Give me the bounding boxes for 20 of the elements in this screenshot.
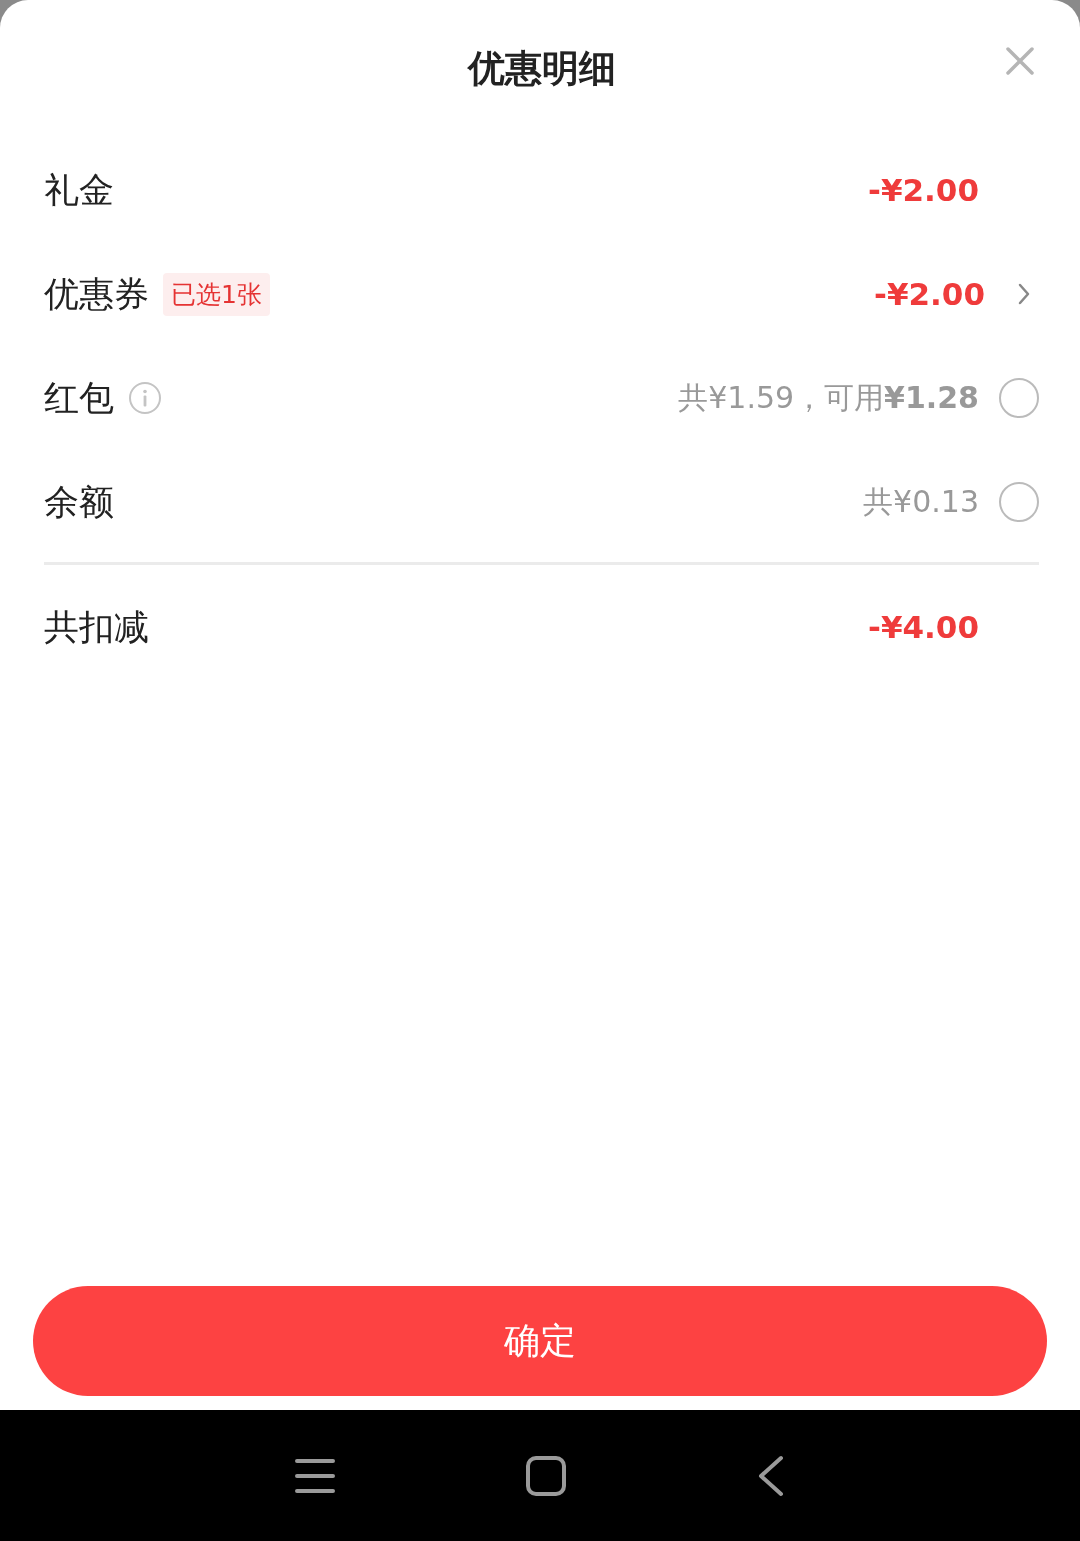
menu-icon[interactable] bbox=[295, 1457, 335, 1494]
back-icon[interactable] bbox=[757, 1454, 785, 1497]
balance-text: 共¥1.59，可用¥1.28 bbox=[678, 378, 979, 417]
chevron-right-icon[interactable] bbox=[1017, 282, 1031, 306]
row-label: 红包 bbox=[44, 376, 114, 420]
discount-amount: -¥2.00 bbox=[874, 276, 985, 312]
home-icon[interactable] bbox=[525, 1454, 567, 1497]
close-icon[interactable] bbox=[1005, 46, 1035, 76]
radio-button[interactable] bbox=[999, 482, 1039, 522]
sheet-title: 优惠明细 bbox=[467, 46, 616, 92]
selected-count-tag: 已选1张 bbox=[163, 272, 270, 316]
confirm-button[interactable]: 确定 bbox=[33, 1286, 1047, 1396]
discount-amount: -¥2.00 bbox=[868, 172, 979, 208]
row-label: 礼金 bbox=[44, 168, 114, 212]
radio-button[interactable] bbox=[999, 378, 1039, 418]
balance-text: 共¥0.13 bbox=[863, 482, 979, 521]
row-label: 优惠券 bbox=[44, 272, 149, 316]
total-amount: -¥4.00 bbox=[868, 609, 979, 645]
total-label: 共扣减 bbox=[44, 605, 149, 649]
row-label: 余额 bbox=[44, 480, 114, 524]
